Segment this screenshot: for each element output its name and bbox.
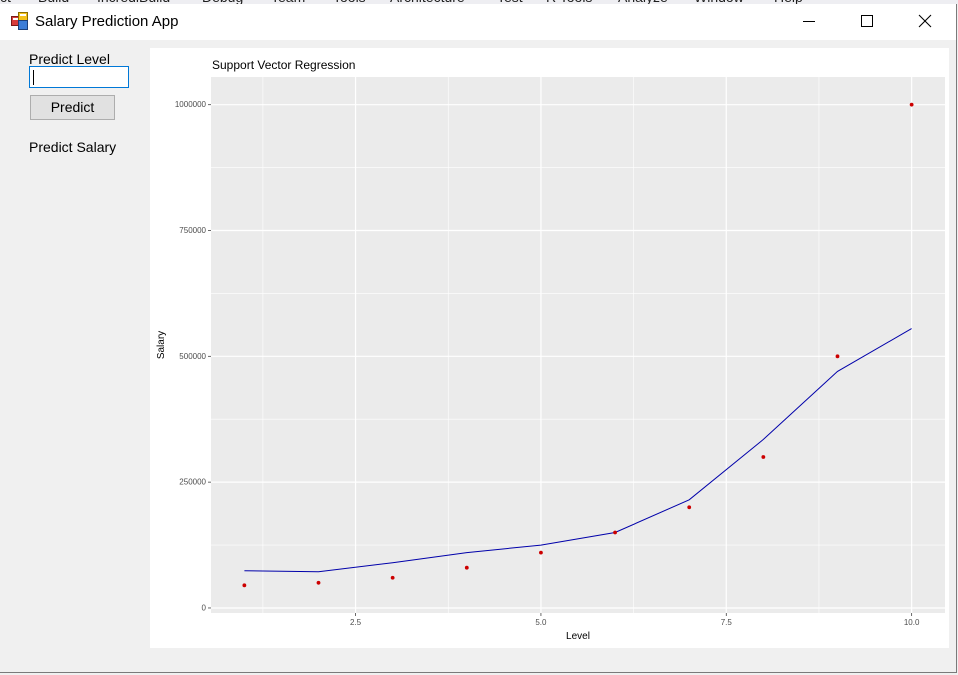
close-button[interactable] bbox=[896, 4, 954, 38]
data-point bbox=[687, 505, 692, 510]
data-point bbox=[390, 575, 395, 580]
plot-box: 0 250000 500000 750000 1000000 2.5 5.0 7.5 10.0 S… bbox=[150, 48, 949, 648]
data-point bbox=[909, 102, 914, 107]
minimize-icon bbox=[803, 21, 815, 22]
y-tick-label: 750000 bbox=[179, 226, 206, 235]
predict-level-label: Predict Level bbox=[29, 51, 110, 67]
level-input[interactable] bbox=[29, 66, 129, 88]
data-point bbox=[464, 565, 469, 570]
x-tick-label: 10.0 bbox=[904, 618, 920, 627]
predict-button[interactable]: Predict bbox=[30, 95, 115, 120]
minimize-button[interactable] bbox=[780, 4, 838, 38]
close-icon bbox=[918, 14, 932, 28]
data-point bbox=[835, 354, 840, 359]
maximize-button[interactable] bbox=[838, 4, 896, 38]
data-point bbox=[539, 550, 543, 555]
x-tick-label: 2.5 bbox=[350, 618, 362, 627]
data-point bbox=[242, 583, 247, 588]
svr-chart: 0 250000 500000 750000 1000000 2.5 5.0 7.5 10.0 S… bbox=[156, 58, 945, 642]
app-window-icon bbox=[11, 12, 29, 30]
chart-title: Support Vector Regression bbox=[212, 58, 355, 72]
data-point bbox=[316, 580, 321, 585]
data-point bbox=[613, 530, 617, 535]
y-axis-label: Salary bbox=[156, 331, 167, 359]
y-tick-label: 250000 bbox=[179, 478, 206, 487]
y-tick-label: 0 bbox=[202, 603, 207, 612]
text-caret bbox=[33, 70, 34, 85]
x-axis-label: Level bbox=[566, 631, 590, 642]
title-bar[interactable]: Salary Prediction App bbox=[0, 4, 956, 40]
y-tick-label: 1000000 bbox=[175, 100, 207, 109]
x-tick-label: 7.5 bbox=[721, 618, 733, 627]
x-tick-label: 5.0 bbox=[535, 618, 547, 627]
predict-salary-label: Predict Salary bbox=[29, 139, 117, 155]
data-point bbox=[761, 455, 766, 459]
window-title: Salary Prediction App bbox=[35, 13, 179, 30]
y-tick-label: 500000 bbox=[179, 352, 206, 361]
plot-panel bbox=[211, 77, 945, 613]
maximize-icon bbox=[861, 15, 873, 27]
